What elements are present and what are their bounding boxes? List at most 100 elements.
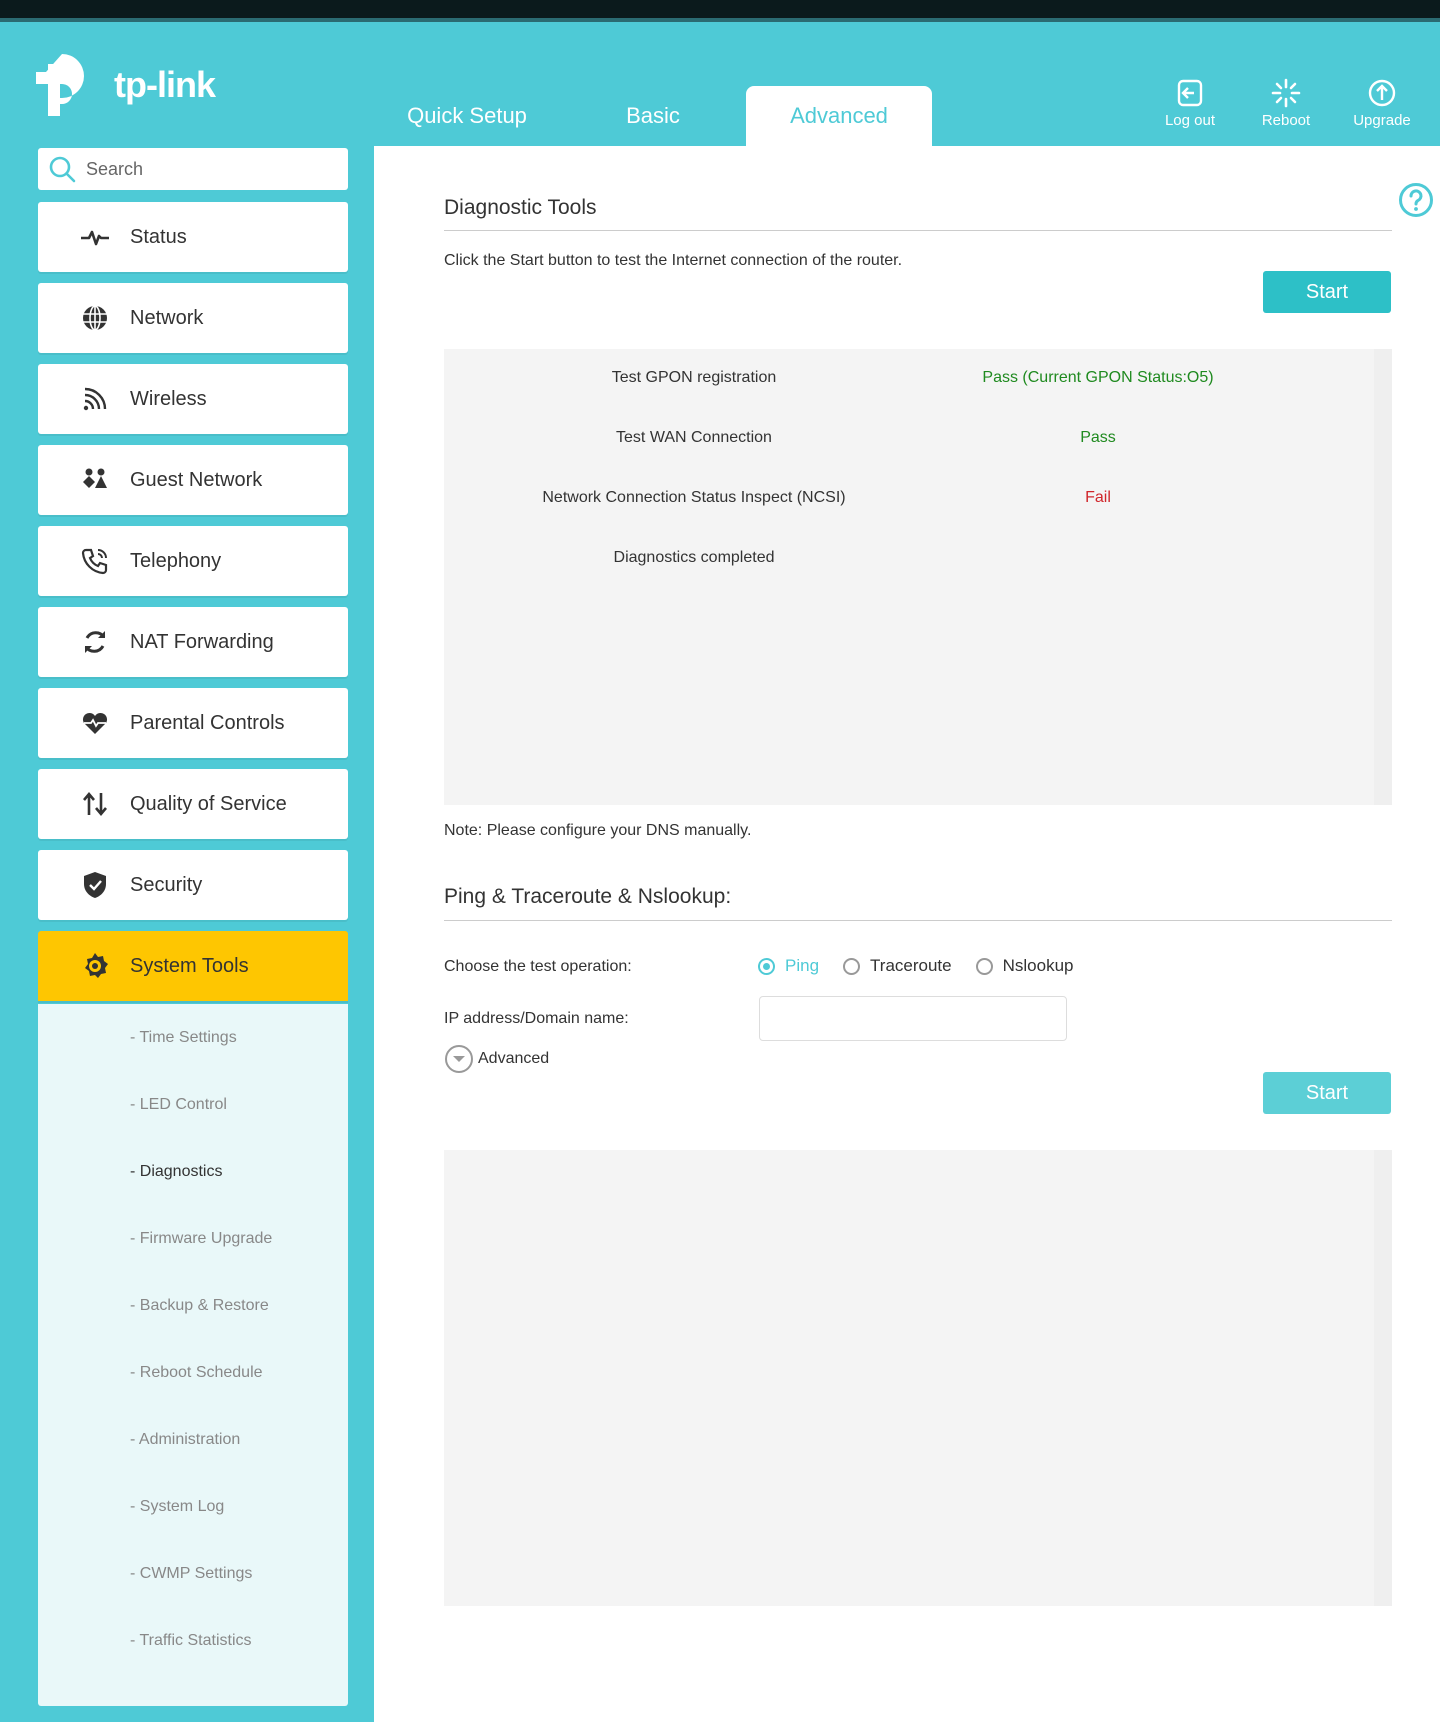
sidebar-item-label: Status — [130, 225, 187, 248]
radio-traceroute[interactable]: Traceroute — [843, 956, 952, 976]
window-top-edge — [0, 18, 1440, 22]
sidebar-item-parental-controls[interactable]: Parental Controls — [38, 688, 348, 758]
submenu-reboot-schedule[interactable]: - Reboot Schedule — [38, 1339, 348, 1406]
help-icon[interactable] — [1398, 182, 1434, 218]
submenu-cwmp-settings[interactable]: - CWMP Settings — [38, 1540, 348, 1607]
radio-nslookup[interactable]: Nslookup — [975, 956, 1074, 976]
diag-value: Pass (Current GPON Status:O5) — [982, 369, 1214, 386]
radio-label: Ping — [785, 956, 820, 975]
radio-indicator — [843, 957, 861, 975]
search-box — [38, 148, 348, 190]
diagnostic-tools-title: Diagnostic Tools — [444, 196, 597, 219]
dns-note: Note: Please configure your DNS manually… — [444, 822, 752, 839]
ping-section-title: Ping & Traceroute & Nslookup: — [444, 885, 732, 908]
shield-icon — [84, 872, 106, 898]
system-tools-submenu: - Time Settings - LED Control - Diagnost… — [38, 1004, 348, 1706]
ping-title-divider — [444, 920, 1392, 921]
sidebar-item-label: Guest Network — [130, 468, 263, 491]
reboot-icon — [1271, 78, 1301, 108]
sidebar-item-security[interactable]: Security — [38, 850, 348, 920]
guests-icon — [83, 468, 107, 488]
search-icon — [49, 156, 76, 183]
brand-name: tp-link — [114, 64, 216, 105]
diag-value: Pass — [1080, 429, 1116, 446]
sidebar-item-label: Parental Controls — [130, 711, 285, 734]
tab-advanced[interactable]: Advanced — [746, 86, 932, 146]
sidebar-item-guest-network[interactable]: Guest Network — [38, 445, 348, 515]
reboot-button[interactable]: Reboot — [1238, 78, 1334, 129]
sidebar-menu: Status Network Wireless Guest Network Te… — [38, 202, 348, 1001]
radio-ping[interactable]: Ping — [758, 956, 819, 976]
radio-indicator — [758, 957, 775, 975]
refresh-icon — [84, 631, 106, 653]
chevron-down-circle-icon — [445, 1045, 473, 1073]
diag-label: Test WAN Connection — [616, 429, 772, 446]
ip-address-label: IP address/Domain name: — [444, 1010, 629, 1027]
radio-label: Traceroute — [870, 956, 952, 975]
diag-label: Network Connection Status Inspect (NCSI) — [542, 489, 846, 506]
upgrade-button[interactable]: Upgrade — [1334, 78, 1430, 129]
sidebar-item-quality-of-service[interactable]: Quality of Service — [38, 769, 348, 839]
sidebar-item-network[interactable]: Network — [38, 283, 348, 353]
sidebar-item-wireless[interactable]: Wireless — [38, 364, 348, 434]
updown-arrows-icon — [83, 791, 107, 817]
sidebar-item-label: Wireless — [130, 387, 207, 410]
search-input[interactable] — [86, 158, 326, 180]
logout-icon — [1177, 79, 1203, 107]
heart-icon — [82, 712, 108, 734]
sidebar-item-label: NAT Forwarding — [130, 630, 274, 653]
test-operation-label: Choose the test operation: — [444, 958, 632, 975]
submenu-firmware-upgrade[interactable]: - Firmware Upgrade — [38, 1205, 348, 1272]
diag-row-wan: Test WAN Connection Pass — [444, 429, 1392, 453]
advanced-toggle-label: Advanced — [478, 1050, 550, 1067]
logout-button[interactable]: Log out — [1142, 78, 1238, 129]
main-tabs: Quick Setup Basic Advanced — [374, 86, 932, 146]
submenu-system-log[interactable]: - System Log — [38, 1473, 348, 1540]
test-operation-radio-group: Ping Traceroute Nslookup — [758, 956, 1097, 976]
sidebar-item-telephony[interactable]: Telephony — [38, 526, 348, 596]
diag-row-completed: Diagnostics completed — [444, 549, 1392, 573]
sidebar-item-label: System Tools — [130, 954, 249, 977]
radio-indicator — [975, 957, 993, 975]
globe-icon — [83, 305, 107, 331]
sidebar-item-label: Telephony — [130, 549, 222, 572]
upgrade-icon — [1368, 79, 1396, 107]
submenu-time-settings[interactable]: - Time Settings — [38, 1004, 348, 1071]
radio-label: Nslookup — [1002, 956, 1074, 975]
diagnostic-results-scrollbar[interactable] — [1374, 349, 1392, 805]
submenu-administration[interactable]: - Administration — [38, 1406, 348, 1473]
wifi-icon — [83, 387, 107, 411]
sidebar-item-system-tools[interactable]: System Tools — [38, 931, 348, 1001]
diag-label: Test GPON registration — [611, 369, 777, 386]
submenu-backup-restore[interactable]: - Backup & Restore — [38, 1272, 348, 1339]
tp-link-logo: tp-link — [36, 48, 216, 122]
ping-results-box — [444, 1150, 1392, 1606]
phone-icon — [81, 548, 108, 575]
diagnostic-start-button[interactable]: Start — [1263, 271, 1391, 313]
submenu-traffic-statistics[interactable]: - Traffic Statistics — [38, 1607, 348, 1674]
sidebar-item-label: Security — [130, 873, 203, 896]
submenu-diagnostics[interactable]: - Diagnostics — [38, 1138, 348, 1205]
diag-value: Fail — [1085, 489, 1111, 506]
tab-quick-setup[interactable]: Quick Setup — [374, 86, 560, 146]
gear-icon — [85, 953, 108, 978]
diagnostic-title-divider — [444, 230, 1392, 231]
ip-address-input[interactable] — [759, 996, 1067, 1041]
top-actions: Log out Reboot Upgrade — [1142, 78, 1430, 129]
ping-results-scrollbar[interactable] — [1374, 1150, 1392, 1606]
diagnostic-description: Click the Start button to test the Inter… — [444, 252, 903, 269]
pulse-icon — [81, 230, 109, 246]
ping-start-button[interactable]: Start — [1263, 1072, 1391, 1114]
advanced-toggle[interactable]: Advanced — [444, 1044, 549, 1074]
diagnostic-results-box: Test GPON registration Pass (Current GPO… — [444, 349, 1392, 805]
sidebar-item-nat-forwarding[interactable]: NAT Forwarding — [38, 607, 348, 677]
diag-row-ncsi: Network Connection Status Inspect (NCSI)… — [444, 489, 1392, 513]
sidebar-item-status[interactable]: Status — [38, 202, 348, 272]
tab-basic[interactable]: Basic — [560, 86, 746, 146]
diag-label: Diagnostics completed — [613, 549, 775, 566]
reboot-label: Reboot — [1261, 112, 1311, 129]
upgrade-label: Upgrade — [1353, 112, 1411, 129]
diag-row-gpon: Test GPON registration Pass (Current GPO… — [444, 369, 1392, 393]
tp-link-logo-icon — [36, 54, 84, 116]
submenu-led-control[interactable]: - LED Control — [38, 1071, 348, 1138]
